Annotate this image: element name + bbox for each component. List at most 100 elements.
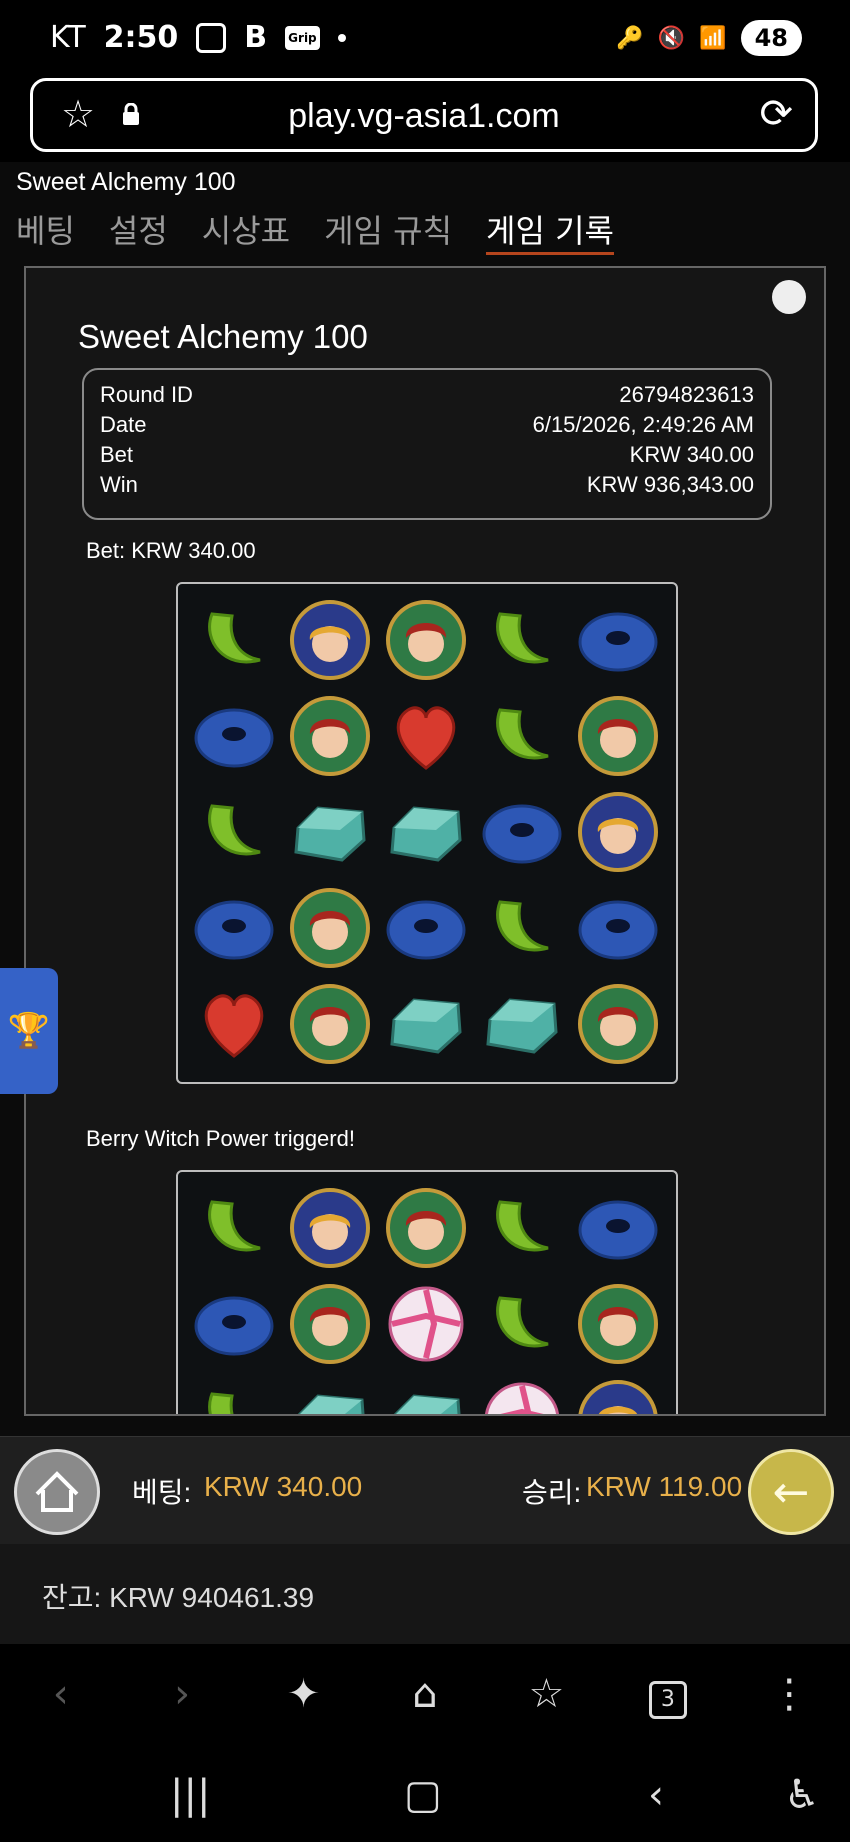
feature-trigger-label: Berry Witch Power triggerd! [86, 1126, 355, 1151]
blonde-witch-symbol [288, 598, 372, 682]
green-bean-symbol [192, 1186, 276, 1270]
address-bar[interactable]: ☆ play.vg-asia1.com ⟳ [30, 78, 818, 152]
trophy-tab-button[interactable]: 🏆 [0, 968, 58, 1094]
red-witch-symbol [288, 886, 372, 970]
red-witch-symbol [384, 598, 468, 682]
reload-icon[interactable]: ⟳ [759, 91, 793, 137]
red-witch-symbol [576, 982, 660, 1066]
red-witch-symbol [288, 982, 372, 1066]
arrow-left-icon: ← [772, 1466, 810, 1518]
tab-bet[interactable]: 베팅 [16, 206, 75, 255]
blue-donut-symbol [192, 694, 276, 778]
symbol-grid-feature [176, 1170, 678, 1414]
tabs-button[interactable]: 3 [623, 1670, 713, 1719]
game-bottom-bar: 베팅: KRW 340.00 승리: KRW 119.00 ← [0, 1436, 850, 1545]
teal-gem-symbol [288, 790, 372, 874]
bookmarks-icon[interactable]: ☆ [501, 1671, 591, 1717]
system-back-icon[interactable]: ‹ [648, 1772, 664, 1818]
system-nav-bar: ||| ▢ ‹ ♿ [0, 1744, 850, 1842]
tabs-count: 3 [648, 1680, 687, 1719]
info-value: KRW 340.00 [629, 442, 754, 467]
key-icon: 🔑 [616, 25, 644, 51]
balance-text: 잔고: KRW 940461.39 [42, 1582, 315, 1613]
sparkle-icon[interactable]: ✦ [259, 1671, 349, 1717]
home-icon[interactable]: ⌂ [380, 1671, 470, 1717]
red-witch-symbol [576, 1282, 660, 1366]
teal-gem-symbol [288, 1378, 372, 1414]
notification-dot-icon [337, 33, 346, 42]
green-bean-symbol [480, 694, 564, 778]
info-label: Win [100, 472, 138, 497]
blue-donut-symbol [576, 598, 660, 682]
blue-donut-symbol [192, 1282, 276, 1366]
info-value: KRW 936,343.00 [586, 472, 754, 497]
green-bean-symbol [480, 598, 564, 682]
green-bean-symbol [192, 1378, 276, 1414]
screenshot-icon [196, 22, 227, 53]
win-label: 승리: [522, 1477, 582, 1508]
trophy-icon: 🏆 [7, 1011, 51, 1051]
teal-gem-symbol [480, 982, 564, 1066]
red-witch-symbol [384, 1186, 468, 1270]
home-button[interactable] [14, 1449, 100, 1535]
mute-icon: 🔇 [657, 25, 686, 51]
tab-settings[interactable]: 설정 [109, 206, 168, 255]
house-icon [35, 1471, 79, 1512]
info-label: Bet [100, 442, 134, 467]
tab-rules[interactable]: 게임 규칙 [324, 206, 452, 255]
spin-bet-label: Bet: KRW 340.00 [86, 538, 256, 563]
wifi-icon: 📶 [699, 25, 727, 51]
blue-donut-symbol [192, 886, 276, 970]
symbol-grid-initial [176, 582, 678, 1084]
round-info-box: Round ID 26794823613 Date 6/15/2026, 2:4… [82, 368, 772, 520]
green-bean-symbol [192, 790, 276, 874]
blonde-witch-symbol [576, 790, 660, 874]
teal-gem-symbol [384, 982, 468, 1066]
bet-value: KRW 340.00 [204, 1471, 363, 1502]
more-menu-icon[interactable]: ⋮ [744, 1671, 834, 1717]
balance-bar: 잔고: KRW 940461.39 [0, 1544, 850, 1644]
green-bean-symbol [480, 886, 564, 970]
carrier-label: KT [50, 20, 86, 55]
recents-icon[interactable]: ||| [170, 1772, 210, 1818]
back-icon[interactable]: ‹ [16, 1671, 106, 1717]
red-witch-symbol [576, 694, 660, 778]
info-value: 6/15/2026, 2:49:26 AM [532, 412, 754, 437]
game-menu-tabs: 베팅 설정 시상표 게임 규칙 게임 기록 [16, 206, 614, 255]
win-value: KRW 119.00 [586, 1471, 743, 1502]
info-row-date: Date 6/15/2026, 2:49:26 AM [100, 410, 754, 440]
close-dot-button[interactable] [772, 280, 806, 314]
forward-icon[interactable]: › [137, 1671, 227, 1717]
game-title: Sweet Alchemy 100 [16, 168, 236, 196]
swirl-candy-symbol [384, 1282, 468, 1366]
blue-donut-symbol [576, 886, 660, 970]
info-label: Date [100, 412, 147, 437]
green-bean-symbol [480, 1186, 564, 1270]
history-title: Sweet Alchemy 100 [78, 318, 368, 355]
info-row-round-id: Round ID 26794823613 [100, 380, 754, 410]
red-witch-symbol [288, 1282, 372, 1366]
green-bean-symbol [480, 1282, 564, 1366]
browser-toolbar: ‹ › ✦ ⌂ ☆ 3 ⋮ [0, 1644, 850, 1744]
blonde-witch-symbol [576, 1378, 660, 1414]
grip-app-icon: Grip [285, 25, 320, 50]
accessibility-icon[interactable]: ♿ [784, 1772, 820, 1818]
home-circle-icon[interactable]: ▢ [404, 1772, 442, 1818]
red-heart-symbol [192, 982, 276, 1066]
history-panel[interactable]: Sweet Alchemy 100 Round ID 26794823613 D… [24, 266, 826, 1416]
blue-donut-symbol [480, 790, 564, 874]
red-witch-symbol [288, 694, 372, 778]
clock: 2:50 [103, 20, 179, 55]
tab-paytable[interactable]: 시상표 [202, 206, 290, 255]
blue-donut-symbol [576, 1186, 660, 1270]
back-arrow-button[interactable]: ← [748, 1449, 834, 1535]
url-text[interactable]: play.vg-asia1.com [33, 97, 815, 136]
info-value: 26794823613 [619, 382, 754, 407]
teal-gem-symbol [384, 1378, 468, 1414]
tab-history[interactable]: 게임 기록 [486, 206, 614, 255]
battery-indicator: 48 [740, 20, 802, 56]
status-bar: KT 2:50 B Grip 🔑 🔇 📶 48 [0, 0, 850, 76]
red-heart-symbol [384, 694, 468, 778]
green-bean-symbol [192, 598, 276, 682]
info-row-bet: Bet KRW 340.00 [100, 440, 754, 470]
